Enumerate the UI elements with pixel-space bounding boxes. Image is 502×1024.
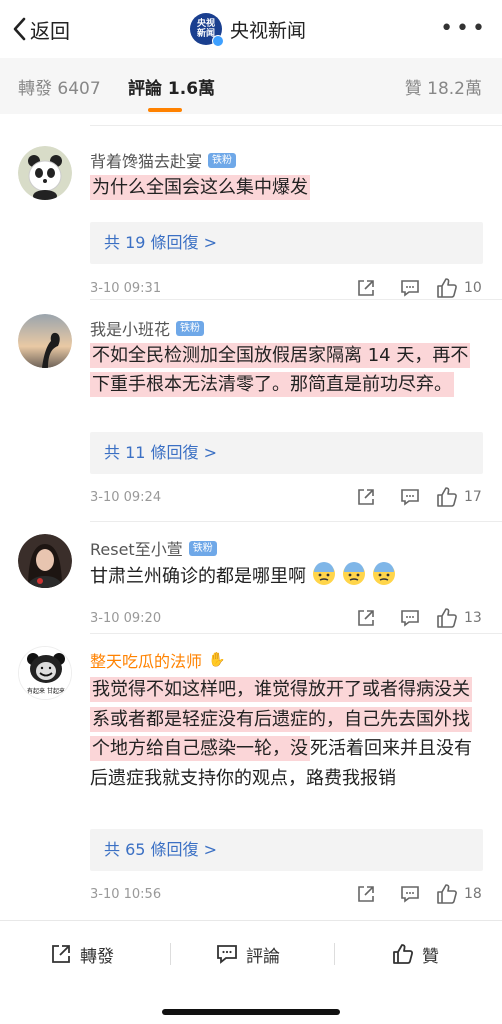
like-label: 贊 xyxy=(422,946,439,967)
like-button[interactable]: 18 xyxy=(436,883,484,905)
like-button[interactable]: 17 xyxy=(436,486,484,508)
fan-badge: 铁粉 xyxy=(176,320,205,336)
comment-meta: 3-10 09:31 10 xyxy=(90,276,484,300)
name-row: 整天吃瓜的法师 ✋ xyxy=(90,648,225,672)
name-row: 背着馋猫去赴宴 铁粉 xyxy=(90,148,237,172)
account-name: 央视新闻 xyxy=(230,19,307,42)
timestamp: 3-10 09:24 xyxy=(90,489,162,505)
home-indicator[interactable] xyxy=(162,1009,340,1015)
hand-icon: ✋ xyxy=(208,652,226,668)
replies-link[interactable]: 共 65 條回復 > xyxy=(90,829,483,871)
comment-meta: 3-10 09:20 13 xyxy=(90,606,484,630)
fan-badge: 铁粉 xyxy=(188,540,217,556)
thumbs-up-icon xyxy=(437,487,457,507)
like-button[interactable]: 13 xyxy=(436,607,484,629)
fan-badge: 铁粉 xyxy=(208,152,237,168)
tab-forwards[interactable]: 轉發 6407 xyxy=(18,74,101,99)
comment-item: 有起来 甘起来 整天吃瓜的法师 ✋ 我觉得不如这样吧，谁觉得放开了或者得病没关系… xyxy=(0,634,502,920)
comment-text: 为什么全国会这么集中爆发 xyxy=(90,173,485,203)
like-count: 18 xyxy=(464,886,482,902)
active-tab-indicator xyxy=(148,108,182,112)
comment-item: 背着馋猫去赴宴 铁粉 为什么全国会这么集中爆发 共 19 條回復 > 3-10 … xyxy=(0,126,502,300)
divider xyxy=(170,943,171,965)
comment-item: 我是小班花 铁粉 不如全民检测加全国放假居家隔离 14 天，再不下重手根本无法清… xyxy=(0,300,502,522)
thumbs-up-icon xyxy=(437,608,457,628)
comment-text-content: 甘肃兰州确诊的都是哪里啊 xyxy=(90,566,306,587)
avatar[interactable]: 有起来 甘起来 xyxy=(18,646,72,700)
silhouette-sunset-icon xyxy=(18,314,72,368)
name-row: 我是小班花 铁粉 xyxy=(90,316,205,340)
replies-link[interactable]: 共 19 條回復 > xyxy=(90,222,483,264)
reply-icon[interactable] xyxy=(390,606,430,630)
username[interactable]: 整天吃瓜的法师 xyxy=(90,648,202,672)
comment-meta: 3-10 10:56 18 xyxy=(90,882,484,906)
tab-likes[interactable]: 贊 18.2萬 xyxy=(405,74,482,99)
tab-comments[interactable]: 評論 1.6萬 xyxy=(128,74,215,99)
thumbs-up-icon xyxy=(437,884,457,904)
share-icon[interactable] xyxy=(346,882,386,906)
share-icon[interactable] xyxy=(346,485,386,509)
comment-text: 我觉得不如这样吧，谁觉得放开了或者得病没关系或者都是轻症没有后遗症的，自己先去国… xyxy=(90,675,485,793)
share-icon[interactable] xyxy=(346,606,386,630)
username[interactable]: 背着馋猫去赴宴 xyxy=(90,148,202,172)
divider xyxy=(334,943,335,965)
verified-icon xyxy=(212,35,224,47)
share-icon xyxy=(52,945,70,963)
cold-sweat-face-emoji-icon xyxy=(313,562,335,585)
previous-comment-tail xyxy=(0,114,502,126)
like-button-main[interactable]: 贊 xyxy=(392,939,439,969)
back-button[interactable]: 返回 xyxy=(12,14,70,44)
cold-sweat-face-emoji-icon xyxy=(373,562,395,585)
meme-bear-icon: 有起来 甘起来 xyxy=(19,647,71,699)
logo-text-top: 央视 xyxy=(196,19,215,29)
share-icon[interactable] xyxy=(346,276,386,300)
reply-icon[interactable] xyxy=(390,882,430,906)
thumbs-up-icon xyxy=(393,944,414,964)
avatar[interactable] xyxy=(18,534,72,588)
top-bar: 返回 央视 新闻 央视新闻 ••• xyxy=(0,0,502,58)
comment-text: 甘肃兰州确诊的都是哪里啊 xyxy=(90,562,485,592)
like-count: 13 xyxy=(464,610,482,626)
cctv-news-logo: 央视 新闻 xyxy=(190,13,224,47)
girl-portrait-icon xyxy=(18,534,72,588)
comment-text-content: 为什么全国会这么集中爆发 xyxy=(90,175,310,200)
name-row: Reset至小萱 铁粉 xyxy=(90,536,217,560)
comment-button[interactable]: 評論 xyxy=(216,939,280,969)
comment-text: 不如全民检测加全国放假居家隔离 14 天，再不下重手根本无法清零了。那简直是前功… xyxy=(90,341,485,399)
account-header[interactable]: 央视 新闻 央视新闻 xyxy=(190,12,307,47)
thumbs-up-icon xyxy=(437,278,457,298)
comment-meta: 3-10 09:24 17 xyxy=(90,485,484,509)
replies-link[interactable]: 共 11 條回復 > xyxy=(90,432,483,474)
comment-icon xyxy=(217,945,237,964)
comment-item: Reset至小萱 铁粉 甘肃兰州确诊的都是哪里啊 3-10 09:20 13 xyxy=(0,522,502,634)
timestamp: 3-10 10:56 xyxy=(90,886,162,902)
like-count: 17 xyxy=(464,489,482,505)
avatar[interactable] xyxy=(18,146,72,200)
comment-label: 評論 xyxy=(246,946,280,967)
more-options-icon[interactable]: ••• xyxy=(440,16,488,41)
panda-icon xyxy=(18,146,72,200)
avatar[interactable] xyxy=(18,314,72,368)
bottom-action-bar: 轉發 評論 贊 xyxy=(0,920,502,1024)
reply-icon[interactable] xyxy=(390,485,430,509)
like-count: 10 xyxy=(464,280,482,296)
tab-bar: 轉發 6407 評論 1.6萬 贊 18.2萬 xyxy=(0,58,502,114)
reply-icon[interactable] xyxy=(390,276,430,300)
timestamp: 3-10 09:31 xyxy=(90,280,162,296)
username[interactable]: Reset至小萱 xyxy=(90,536,183,560)
like-button[interactable]: 10 xyxy=(436,277,484,299)
back-label: 返回 xyxy=(30,18,70,43)
cold-sweat-face-emoji-icon xyxy=(343,562,365,585)
chevron-left-icon xyxy=(13,17,26,41)
timestamp: 3-10 09:20 xyxy=(90,610,162,626)
username[interactable]: 我是小班花 xyxy=(90,316,170,340)
comment-list[interactable]: 背着馋猫去赴宴 铁粉 为什么全国会这么集中爆发 共 19 條回復 > 3-10 … xyxy=(0,114,502,920)
forward-label: 轉發 xyxy=(80,946,114,967)
avatar-caption: 有起来 甘起来 xyxy=(27,687,65,695)
forward-button[interactable]: 轉發 xyxy=(50,939,114,969)
comment-text-content: 不如全民检测加全国放假居家隔离 14 天，再不下重手根本无法清零了。那简直是前功… xyxy=(90,343,471,397)
